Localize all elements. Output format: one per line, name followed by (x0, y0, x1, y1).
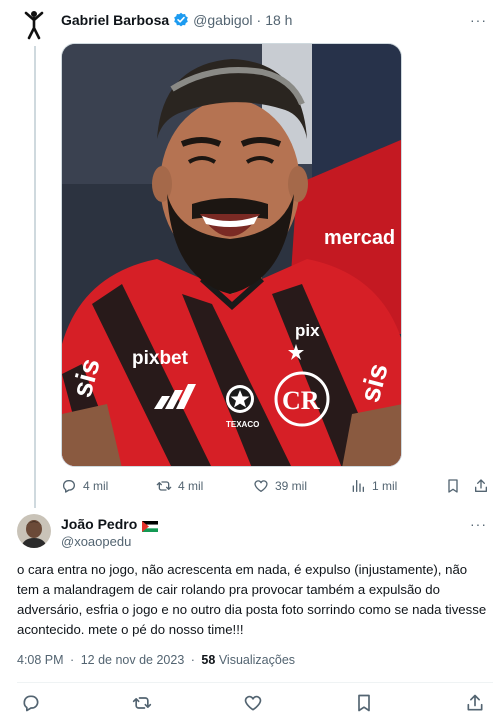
reply-icon (23, 695, 39, 712)
reply-author-name[interactable]: João Pedro (61, 516, 137, 532)
reply-author-avatar[interactable] (17, 514, 51, 548)
bookmark-button[interactable] (445, 478, 467, 494)
tweet-photo[interactable]: mercad pixbet sis sis pix TEXACO CR (61, 43, 402, 467)
background-sponsor-text: mercad (324, 227, 395, 249)
celebration-figure-icon (24, 11, 44, 40)
heart-icon (244, 695, 262, 711)
divider (17, 682, 493, 683)
chest-sponsor-right: pix (295, 321, 320, 340)
reply-count: 4 mil (83, 479, 109, 493)
repost-icon (132, 697, 152, 709)
reply-bookmark-button[interactable] (354, 693, 374, 713)
author-name[interactable]: Gabriel Barbosa (61, 12, 169, 28)
share-icon (475, 479, 487, 492)
views-count: 1 mil (372, 479, 398, 493)
like-button[interactable]: 39 mil (253, 478, 307, 494)
like-count: 39 mil (275, 479, 308, 493)
reply-header: João Pedro (61, 516, 159, 532)
separator-dot: · (256, 12, 262, 28)
views-button[interactable]: 1 mil (350, 478, 397, 494)
bookmark-icon (358, 694, 370, 712)
reply-icon (62, 480, 75, 493)
views-icon (352, 480, 364, 492)
reply-date[interactable]: 12 de nov de 2023 (81, 653, 185, 667)
heart-icon (254, 480, 268, 492)
repost-count: 4 mil (178, 479, 204, 493)
reply-views-count: 58 (201, 653, 216, 667)
more-options-button[interactable]: ··· (470, 12, 487, 28)
share-button[interactable] (473, 478, 495, 494)
reply-views-label: Visualizações (218, 653, 296, 667)
thread-line (34, 46, 36, 508)
tweet-header: Gabriel Barbosa @gabigol · 18 h (61, 12, 292, 28)
author-handle[interactable]: @gabigol (193, 12, 252, 28)
share-icon (467, 694, 483, 711)
reply-more-options-button[interactable]: ··· (470, 516, 487, 532)
tweet-time[interactable]: 18 h (265, 12, 292, 28)
svg-text:CR: CR (282, 386, 320, 415)
verified-badge-icon (173, 12, 189, 28)
reply-button[interactable]: 4 mil (61, 478, 108, 494)
badge-sponsor-text: TEXACO (226, 420, 259, 429)
reply-share-button[interactable] (465, 693, 485, 713)
reply-actions (0, 693, 503, 713)
tweet-actions: 4 mil 4 mil 39 mil 1 mil (61, 478, 491, 498)
jersey-sponsor-text: pixbet (132, 348, 189, 369)
repost-icon (156, 481, 172, 491)
palestine-flag-icon (142, 519, 159, 532)
reply-like-button[interactable] (243, 693, 263, 713)
reply-time[interactable]: 4:08 PM (17, 653, 64, 667)
repost-button[interactable]: 4 mil (156, 478, 203, 494)
author-avatar[interactable] (22, 10, 46, 40)
reply-meta: 4:08 PM · 12 de nov de 2023 · 58 Visuali… (17, 653, 295, 667)
reply-text: o cara entra no jogo, não acrescenta em … (17, 562, 487, 637)
reply-author-handle[interactable]: @xoaopedu (61, 534, 131, 549)
reply-repost-button[interactable] (132, 693, 152, 713)
bookmark-icon (448, 479, 458, 493)
separator-dot: · (70, 653, 75, 667)
separator-dot: · (190, 653, 195, 667)
reply-reply-button[interactable] (21, 693, 41, 713)
